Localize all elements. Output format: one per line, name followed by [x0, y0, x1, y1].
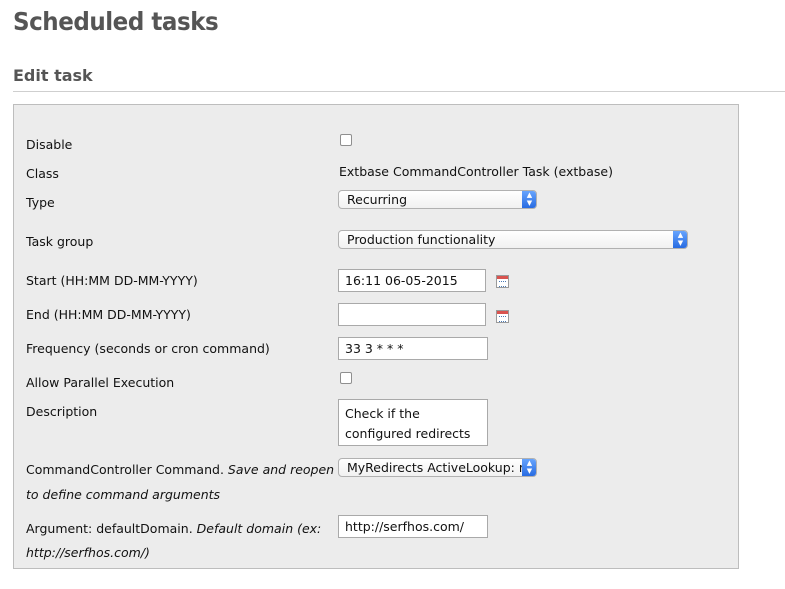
task-group-label: Task group [26, 234, 94, 249]
section-title: Edit task [13, 66, 93, 85]
type-select-value: Recurring [347, 192, 407, 207]
section-divider [13, 91, 785, 92]
calendar-icon[interactable] [496, 275, 509, 288]
calendar-icon[interactable] [496, 310, 509, 323]
description-line: Check if the [345, 406, 420, 421]
type-select[interactable]: Recurring ▲ ▼ [338, 190, 537, 209]
page-title: Scheduled tasks [13, 7, 219, 36]
argument-label-hint: Default domain (ex: [196, 521, 322, 536]
class-value: Extbase CommandController Task (extbase) [339, 164, 613, 179]
argument-label: Argument: defaultDomain. Default domain … [26, 516, 321, 542]
parallel-label: Allow Parallel Execution [26, 375, 175, 390]
chevron-updown-icon: ▲ ▼ [522, 191, 536, 208]
command-select-value: MyRedirects ActiveLookup: r [347, 460, 524, 475]
command-label-text: CommandController Command. [26, 462, 224, 477]
frequency-label: Frequency (seconds or cron command) [26, 341, 270, 356]
task-group-select[interactable]: Production functionality ▲ ▼ [338, 230, 688, 249]
command-label-hint: Save and reopen [227, 462, 335, 477]
end-label: End (HH:MM DD-MM-YYYY) [26, 307, 191, 322]
task-group-select-value: Production functionality [347, 232, 496, 247]
start-input[interactable]: 16:11 06-05-2015 [338, 269, 486, 292]
command-label-continued: to define command arguments [26, 482, 220, 508]
description-textarea[interactable]: Check if the configured redirects [338, 399, 488, 446]
command-select[interactable]: MyRedirects ActiveLookup: r ▲ ▼ [338, 458, 537, 477]
description-line: configured redirects [345, 426, 471, 441]
disable-checkbox[interactable] [340, 134, 352, 146]
parallel-checkbox[interactable] [340, 372, 352, 384]
disable-label: Disable [26, 137, 73, 152]
chevron-updown-icon: ▲ ▼ [673, 231, 687, 248]
command-label: CommandController Command. Save and reop… [26, 457, 334, 483]
start-label: Start (HH:MM DD-MM-YYYY) [26, 273, 198, 288]
end-input[interactable] [338, 303, 486, 326]
chevron-updown-icon: ▲ ▼ [522, 459, 536, 476]
argument-label-continued: http://serfhos.com/) [26, 540, 150, 566]
frequency-input[interactable]: 33 3 * * * [338, 337, 488, 360]
argument-input[interactable]: http://serfhos.com/ [338, 515, 488, 538]
class-label: Class [26, 166, 59, 181]
description-label: Description [26, 404, 98, 419]
argument-label-text: Argument: defaultDomain. [26, 521, 193, 536]
command-label-hint: to define command arguments [26, 487, 221, 502]
type-label: Type [26, 195, 55, 210]
argument-label-hint: http://serfhos.com/) [26, 545, 150, 560]
